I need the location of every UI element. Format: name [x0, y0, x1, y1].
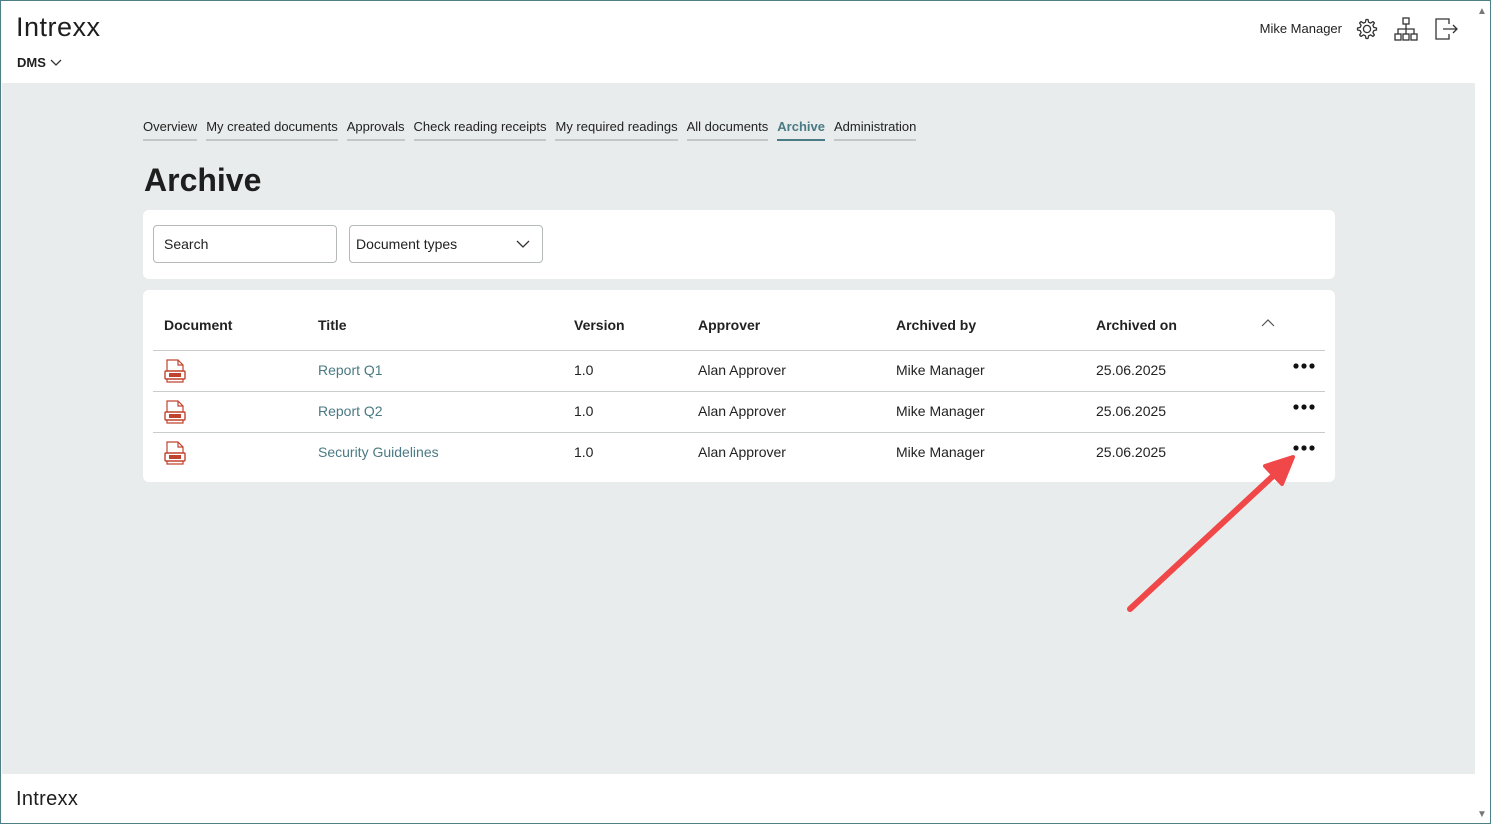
page-title: Archive: [144, 162, 262, 198]
more-options-icon[interactable]: [1292, 399, 1316, 415]
version-cell: 1.0: [574, 444, 594, 460]
approver-cell: Alan Approver: [698, 362, 786, 378]
gear-icon[interactable]: [1353, 16, 1379, 42]
main-content: Overview My created documents Approvals …: [2, 83, 1476, 774]
archived-by-cell: Mike Manager: [896, 362, 985, 378]
scrollbar[interactable]: ▲ ▼: [1475, 2, 1489, 822]
logout-icon[interactable]: [1433, 16, 1459, 42]
filter-panel: Document types: [143, 210, 1335, 279]
approver-cell: Alan Approver: [698, 444, 786, 460]
more-options-icon[interactable]: [1292, 440, 1316, 456]
tab-my-required-readings[interactable]: My required readings: [555, 119, 678, 141]
column-header-title[interactable]: Title: [318, 317, 347, 333]
archived-on-cell: 25.06.2025: [1096, 362, 1167, 378]
more-options-icon[interactable]: [1292, 358, 1316, 374]
archived-by-cell: Mike Manager: [896, 444, 985, 460]
archived-by-cell: Mike Manager: [896, 403, 985, 419]
version-cell: 1.0: [574, 362, 594, 378]
archived-on-cell: 25.06.2025: [1096, 444, 1167, 460]
sitemap-icon[interactable]: [1393, 16, 1419, 42]
tab-my-created-documents[interactable]: My created documents: [206, 119, 338, 141]
document-types-label: Document types: [356, 236, 458, 252]
archived-on-cell: 25.06.2025: [1096, 403, 1167, 419]
chevron-down-icon: [50, 59, 62, 66]
intrexx-logo[interactable]: Intrexx: [16, 12, 101, 43]
column-header-approver[interactable]: Approver: [698, 317, 760, 333]
tab-check-reading-receipts[interactable]: Check reading receipts: [413, 119, 547, 141]
document-title-link[interactable]: Security Guidelines: [318, 444, 439, 460]
scroll-up-icon[interactable]: ▲: [1477, 6, 1487, 17]
user-name[interactable]: Mike Manager: [1260, 21, 1342, 36]
chevron-down-icon: [516, 240, 530, 248]
document-icon[interactable]: [164, 359, 186, 383]
tab-overview[interactable]: Overview: [143, 119, 198, 141]
document-title-link[interactable]: Report Q2: [318, 403, 383, 419]
sort-up-icon[interactable]: [1261, 318, 1275, 327]
top-bar: Intrexx DMS Mike Manager: [2, 2, 1476, 83]
column-header-version[interactable]: Version: [574, 317, 625, 333]
tab-archive[interactable]: Archive: [777, 119, 825, 141]
document-icon[interactable]: [164, 400, 186, 424]
tab-nav: Overview My created documents Approvals …: [143, 119, 917, 141]
module-menu[interactable]: DMS: [17, 55, 62, 70]
column-header-archived-by[interactable]: Archived by: [896, 317, 976, 333]
tab-administration[interactable]: Administration: [833, 119, 917, 141]
version-cell: 1.0: [574, 403, 594, 419]
document-types-select[interactable]: Document types: [349, 225, 543, 263]
module-label: DMS: [17, 55, 46, 70]
browser-frame: Intrexx DMS Mike Manager Overview My cre…: [0, 0, 1491, 824]
archive-table: Document Title Version Approver Archived…: [143, 290, 1335, 482]
table-row: Security Guidelines 1.0 Alan Approver Mi…: [153, 433, 1325, 473]
search-input[interactable]: [153, 225, 337, 263]
document-icon[interactable]: [164, 441, 186, 465]
footer-logo: Intrexx: [16, 788, 79, 810]
column-header-document[interactable]: Document: [164, 317, 232, 333]
table-row: Report Q1 1.0 Alan Approver Mike Manager…: [153, 351, 1325, 391]
document-title-link[interactable]: Report Q1: [318, 362, 383, 378]
approver-cell: Alan Approver: [698, 403, 786, 419]
footer: Intrexx: [2, 774, 1476, 823]
tab-approvals[interactable]: Approvals: [346, 119, 405, 141]
tab-all-documents[interactable]: All documents: [686, 119, 769, 141]
table-row: Report Q2 1.0 Alan Approver Mike Manager…: [153, 392, 1325, 432]
scroll-down-icon[interactable]: ▼: [1477, 809, 1487, 820]
column-header-archived-on[interactable]: Archived on: [1096, 317, 1177, 333]
